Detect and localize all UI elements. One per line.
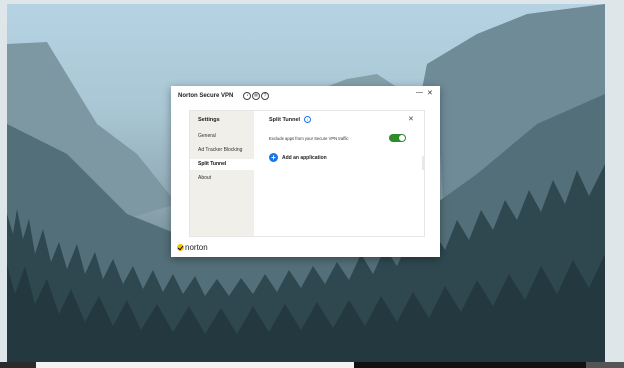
norton-logo: norton xyxy=(177,243,208,253)
settings-sidebar: Settings General Ad Tracker Blocking Spl… xyxy=(190,111,254,236)
panel-close-button[interactable]: ✕ xyxy=(408,115,414,123)
window-close-button[interactable]: ✕ xyxy=(427,89,433,97)
exclude-apps-label: Exclude apps from your Secure VPN traffi… xyxy=(269,136,349,141)
desktop-wallpaper: Norton Secure VPN ◔ ✲ ? — ✕ Settings Gen… xyxy=(7,4,605,362)
add-application-plus-icon[interactable]: + xyxy=(269,153,278,162)
sidebar-heading: Settings xyxy=(198,117,220,123)
add-application-button[interactable]: Add an application xyxy=(282,155,327,161)
gear-icon[interactable]: ✲ xyxy=(252,92,260,100)
norton-check-icon xyxy=(177,244,184,251)
help-icon[interactable]: ? xyxy=(261,92,269,100)
taskbar-search-area[interactable] xyxy=(36,362,354,368)
minimize-button[interactable]: — xyxy=(416,89,423,96)
sidebar-item-general[interactable]: General xyxy=(190,131,254,142)
split-tunnel-content: Split Tunnel i ✕ Exclude apps from your … xyxy=(254,111,424,236)
titlebar: Norton Secure VPN ◔ ✲ ? — ✕ xyxy=(171,86,440,106)
page-title: Split Tunnel xyxy=(269,117,301,123)
settings-panel: Settings General Ad Tracker Blocking Spl… xyxy=(189,110,425,237)
scrollbar[interactable] xyxy=(422,156,425,170)
account-icon[interactable]: ◔ xyxy=(243,92,251,100)
sidebar-item-about[interactable]: About xyxy=(190,173,254,184)
info-icon[interactable]: i xyxy=(304,116,311,123)
sidebar-item-ad-tracker-blocking[interactable]: Ad Tracker Blocking xyxy=(190,145,254,156)
sidebar-item-split-tunnel[interactable]: Split Tunnel xyxy=(190,159,254,170)
taskbar xyxy=(0,362,624,368)
app-title: Norton Secure VPN xyxy=(178,93,234,99)
vpn-settings-window: Norton Secure VPN ◔ ✲ ? — ✕ Settings Gen… xyxy=(171,86,440,257)
exclude-apps-toggle[interactable] xyxy=(389,134,406,142)
taskbar-corner xyxy=(586,362,624,368)
taskbar-tray xyxy=(354,362,586,368)
logo-text: norton xyxy=(185,243,208,252)
toggle-knob xyxy=(399,135,405,141)
